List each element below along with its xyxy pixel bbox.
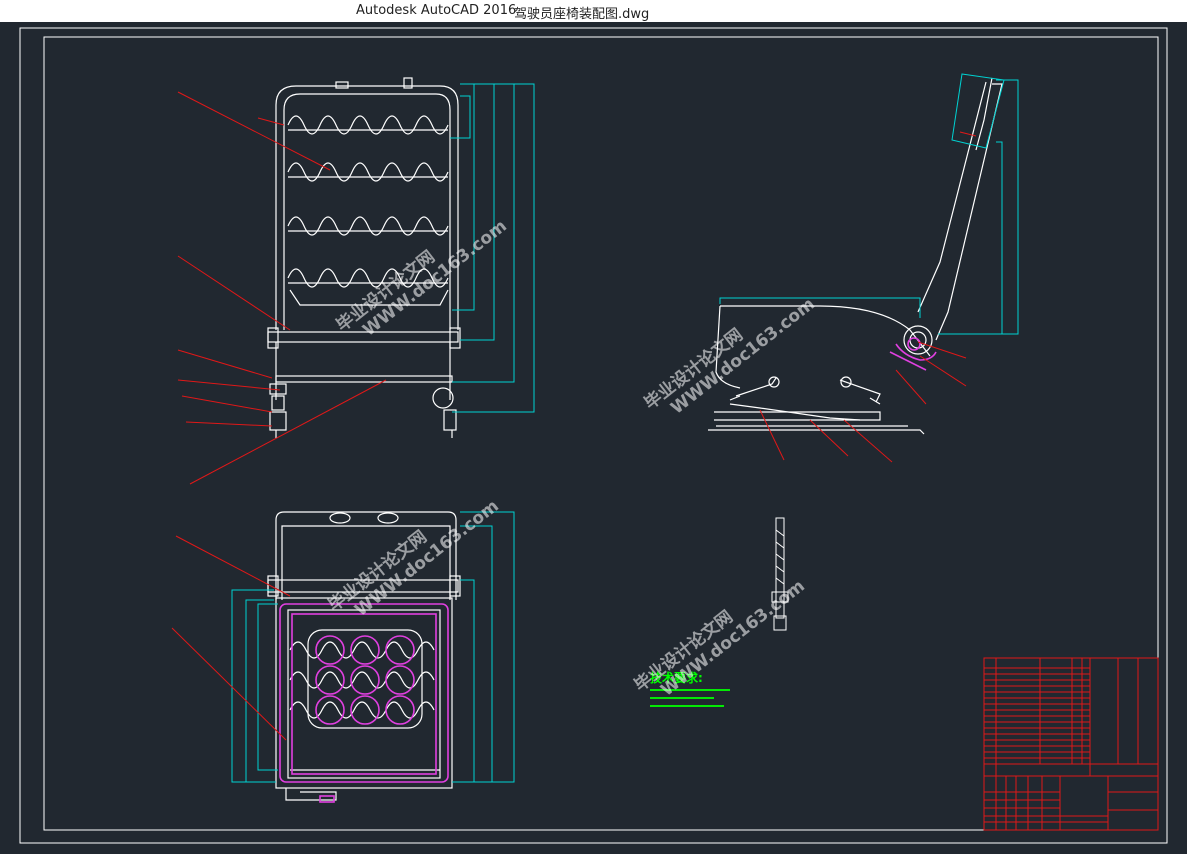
drawing-frame [19,27,1168,844]
watermark-url: WWW.doc163.com [657,576,809,701]
drawing-svg[interactable]: 技术要求: 毕业设计论文网 WWW.doc163.com 毕业设计论文网 WWW… [0,22,1187,850]
drawing-canvas[interactable]: 技术要求: 毕业设计论文网 WWW.doc163.com 毕业设计论文网 WWW… [0,22,1187,850]
app-title: Autodesk AutoCAD 2016 [356,3,517,18]
top-view-leaders [171,535,291,741]
title-block [983,657,1159,831]
watermark-url: WWW.doc163.com [667,294,819,419]
watermark-url: WWW.doc163.com [351,496,503,621]
watermark-url: WWW.doc163.com [359,216,511,341]
top-view-dimensions [231,511,515,783]
title-bar: Autodesk AutoCAD 2016 驾驶员座椅装配图.dwg [0,0,1187,22]
document-title: 驾驶员座椅装配图.dwg [514,7,650,22]
seat-springs [289,641,435,719]
watermarks: 毕业设计论文网 WWW.doc163.com 毕业设计论文网 WWW.doc16… [324,216,819,701]
front-view-leaders [177,91,387,485]
